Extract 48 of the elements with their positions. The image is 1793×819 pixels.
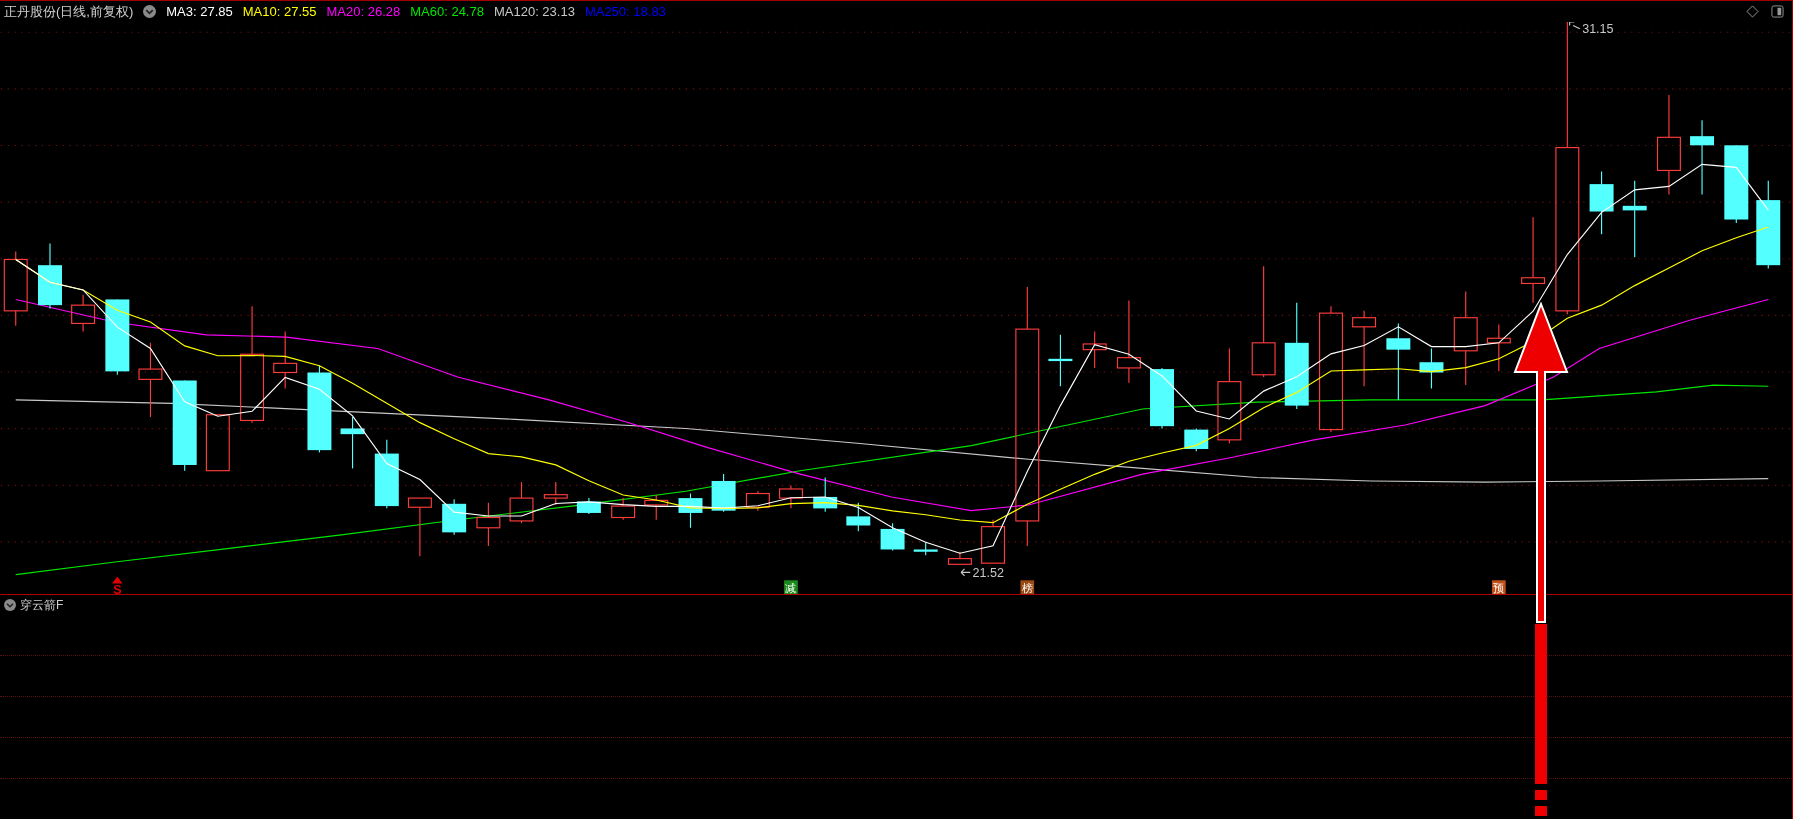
candlestick [1486,324,1511,372]
candlestick [576,497,601,515]
candlestick [913,542,938,556]
chevron-down-icon[interactable] [4,599,16,611]
candlestick [38,242,62,310]
high-price-label: 31.15 [1569,22,1614,37]
moving-average-value: MA60: 24.78 [410,2,484,21]
candlestick [711,473,736,513]
candlestick [340,416,365,469]
candlestick [611,497,636,521]
signal-badge: 榜 [1020,580,1035,594]
low-price-label: 21.52 [960,565,1004,580]
candlestick [1048,334,1073,387]
candlestick [745,490,770,512]
candlestick [778,484,803,509]
candlestick [880,522,905,552]
candlestick [509,481,534,524]
moving-average-value: MA250: 18.83 [584,2,666,21]
panel-toggle-icon[interactable] [1771,5,1784,18]
signal-badge: 减 [784,580,798,594]
candlestick [1082,330,1107,369]
candlestick [981,519,1006,564]
indicator-title: 穿云箭F [20,597,64,614]
candlestick [71,294,96,332]
candlestick [273,330,298,390]
candlestick [407,497,432,557]
signal-badge: 预 [1492,580,1506,594]
candlestick [1150,367,1174,429]
candlestick [1184,427,1209,452]
candlestick [1419,347,1444,390]
candlestick [846,502,871,532]
candlestick [644,494,669,521]
candlestick [205,414,230,472]
moving-average-value: MA3: 27.85 [166,2,233,21]
candlestick [543,481,568,506]
candlestick [947,551,972,565]
moving-average-value: MA20: 26.28 [326,2,401,21]
chart-title: 正丹股份(日线,前复权) [4,2,134,21]
candlestick [442,498,467,536]
moving-average-value: MA10: 27.55 [242,2,317,21]
diamond-icon[interactable] [1746,5,1759,18]
candlestick [678,492,703,529]
chevron-down-icon[interactable] [143,5,157,18]
candlestick [1589,171,1614,235]
moving-average-value: MA120: 23.13 [493,2,575,21]
candlestick [813,476,838,513]
candlestick [476,502,501,547]
candlestick [374,439,399,509]
